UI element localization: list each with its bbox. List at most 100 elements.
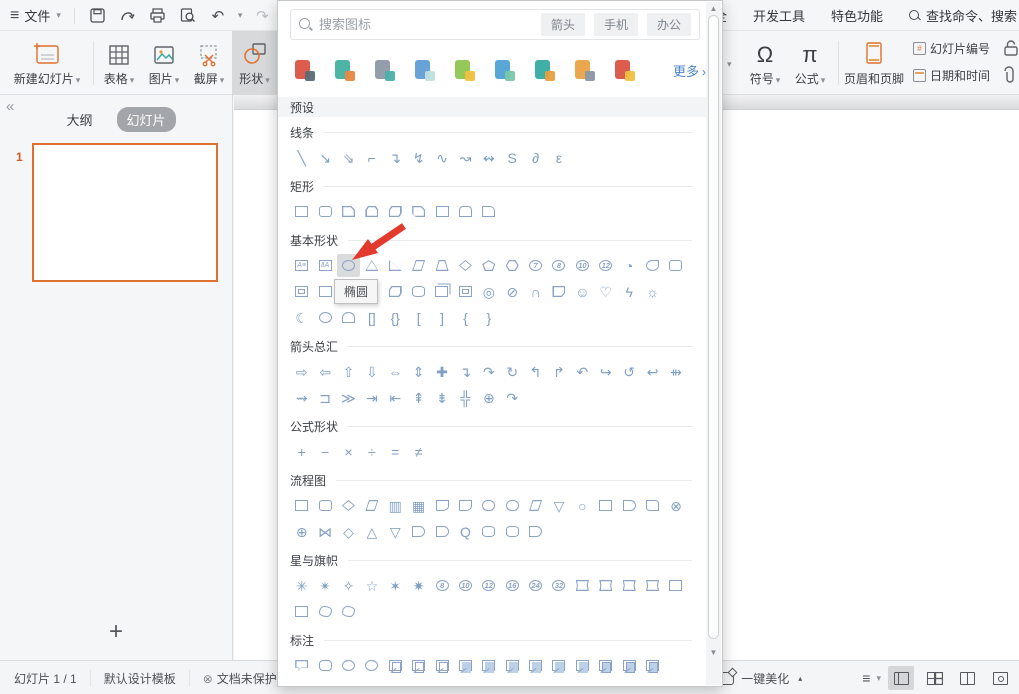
shape-cell[interactable] <box>384 254 407 277</box>
shape-cell[interactable]: ⇦ <box>313 360 336 383</box>
normal-view-button[interactable] <box>888 666 914 690</box>
shape-cell[interactable]: 8 <box>547 254 570 277</box>
shape-cell[interactable] <box>524 520 547 543</box>
shape-cell[interactable]: ∩ <box>524 280 547 303</box>
print-icon[interactable] <box>148 6 168 26</box>
shape-cell[interactable] <box>617 574 640 597</box>
tab-developer-tools[interactable]: 开发工具 <box>753 6 805 25</box>
shape-cell[interactable]: S <box>501 146 524 169</box>
shape-cell[interactable] <box>407 200 430 223</box>
shape-cell[interactable] <box>407 520 430 543</box>
slide-sorter-button[interactable] <box>921 666 947 690</box>
paperclip-icon[interactable] <box>1000 65 1018 88</box>
undo-dropdown-icon[interactable]: ▾ <box>238 10 243 21</box>
shape-cell[interactable] <box>407 654 430 677</box>
shape-cell[interactable] <box>290 600 313 623</box>
shape-cell[interactable]: 10 <box>571 254 594 277</box>
shape-cell[interactable]: ⊕ <box>477 386 500 409</box>
shape-cell[interactable]: ↶ <box>571 360 594 383</box>
shape-cell[interactable]: A≡ <box>290 254 313 277</box>
shape-cell[interactable] <box>501 654 524 677</box>
shape-cell[interactable]: ⇻ <box>664 360 687 383</box>
shape-cell[interactable]: × <box>337 440 360 463</box>
template-name[interactable]: 默认设计模板 <box>90 670 189 687</box>
shape-cell[interactable]: ⇥ <box>360 386 383 409</box>
figure-icon[interactable] <box>292 58 316 82</box>
shape-cell[interactable]: ] <box>430 306 453 329</box>
shape-cell[interactable] <box>313 654 336 677</box>
shape-cell[interactable] <box>454 200 477 223</box>
shape-cell[interactable] <box>454 280 477 303</box>
shape-cell[interactable]: ⊗ <box>664 494 687 517</box>
shape-cell[interactable] <box>430 494 453 517</box>
undo-icon[interactable]: ↶ <box>208 6 228 26</box>
search-tag[interactable]: 箭头 <box>541 13 585 36</box>
shape-cell[interactable]: △ <box>360 520 383 543</box>
notes-dropdown-icon[interactable]: ▾ <box>876 673 881 684</box>
shape-cell[interactable]: ⇕ <box>407 360 430 383</box>
shape-cell[interactable]: ⌐ <box>360 146 383 169</box>
shape-cell[interactable] <box>477 254 500 277</box>
shape-cell[interactable] <box>501 494 524 517</box>
shape-cell[interactable] <box>290 494 313 517</box>
shape-cell[interactable]: ↷ <box>501 386 524 409</box>
shape-cell[interactable]: { <box>454 306 477 329</box>
shape-cell[interactable] <box>664 574 687 597</box>
shape-cell[interactable] <box>290 280 313 303</box>
tab-outline[interactable]: 大纲 <box>56 107 102 132</box>
shape-cell[interactable] <box>641 254 664 277</box>
slide-thumbnail[interactable] <box>32 143 218 282</box>
shape-cell[interactable]: ☾ <box>290 306 313 329</box>
award-tools-icon[interactable] <box>572 58 596 82</box>
shape-cell[interactable]: ◔ <box>617 254 640 277</box>
shape-cell[interactable]: ↴ <box>454 360 477 383</box>
print-preview-icon[interactable] <box>178 6 198 26</box>
shape-cell[interactable] <box>360 494 383 517</box>
shape-search-box[interactable]: 箭头手机办公 <box>290 9 700 40</box>
search-tag[interactable]: 手机 <box>594 13 638 36</box>
reading-view-button[interactable] <box>954 666 980 690</box>
command-search[interactable]: 查找命令、搜索 <box>909 6 1017 25</box>
shape-cell[interactable]: ☆ <box>360 574 383 597</box>
shape-cell[interactable]: ⇧ <box>337 360 360 383</box>
scroll-up-icon[interactable]: ▲ <box>706 2 721 15</box>
shape-cell[interactable]: ◇ <box>337 520 360 543</box>
shape-cell[interactable] <box>430 520 453 543</box>
shape-cell[interactable] <box>571 574 594 597</box>
add-slide-button[interactable]: + <box>0 618 232 646</box>
shape-cell[interactable] <box>290 654 313 677</box>
shape-cell[interactable]: ✳ <box>290 574 313 597</box>
shape-cell[interactable]: ↻ <box>501 360 524 383</box>
shape-cell[interactable]: ∿ <box>430 146 453 169</box>
header-footer-button[interactable]: 页眉和页脚 <box>843 31 905 95</box>
people-icon[interactable] <box>532 58 556 82</box>
shape-cell[interactable]: ↝ <box>454 146 477 169</box>
shape-cell[interactable] <box>407 280 430 303</box>
shape-cell[interactable] <box>617 654 640 677</box>
shape-cell[interactable]: 12 <box>477 574 500 597</box>
shape-cell[interactable] <box>430 654 453 677</box>
symbol-button[interactable]: Ω 符号▾ <box>744 31 786 95</box>
shape-cell[interactable]: 8 <box>430 574 453 597</box>
redo-icon[interactable]: ↷ <box>252 6 272 26</box>
shape-cell[interactable] <box>337 306 360 329</box>
save-icon[interactable] <box>88 6 108 26</box>
shape-cell[interactable]: 32 <box>547 574 570 597</box>
shape-cell[interactable]: ☺ <box>571 280 594 303</box>
shape-cell[interactable]: ♡ <box>594 280 617 303</box>
shape-cell[interactable] <box>571 654 594 677</box>
formula-button[interactable]: π 公式▾ <box>789 31 831 95</box>
shape-cell[interactable] <box>594 494 617 517</box>
shape-cell[interactable] <box>524 654 547 677</box>
shape-cell[interactable]: ∂ <box>524 146 547 169</box>
shape-cell[interactable] <box>430 254 453 277</box>
shape-search-input[interactable] <box>319 17 534 32</box>
shape-cell[interactable]: ▦ <box>407 494 430 517</box>
shape-cell[interactable]: ▥ <box>384 494 407 517</box>
shape-cell[interactable]: ≠ <box>407 440 430 463</box>
building-icon[interactable] <box>332 58 356 82</box>
shape-cell[interactable] <box>290 200 313 223</box>
presentation-board-icon[interactable] <box>492 58 516 82</box>
shape-cell[interactable]: ⊕ <box>290 520 313 543</box>
pushpin-icon[interactable] <box>372 58 396 82</box>
